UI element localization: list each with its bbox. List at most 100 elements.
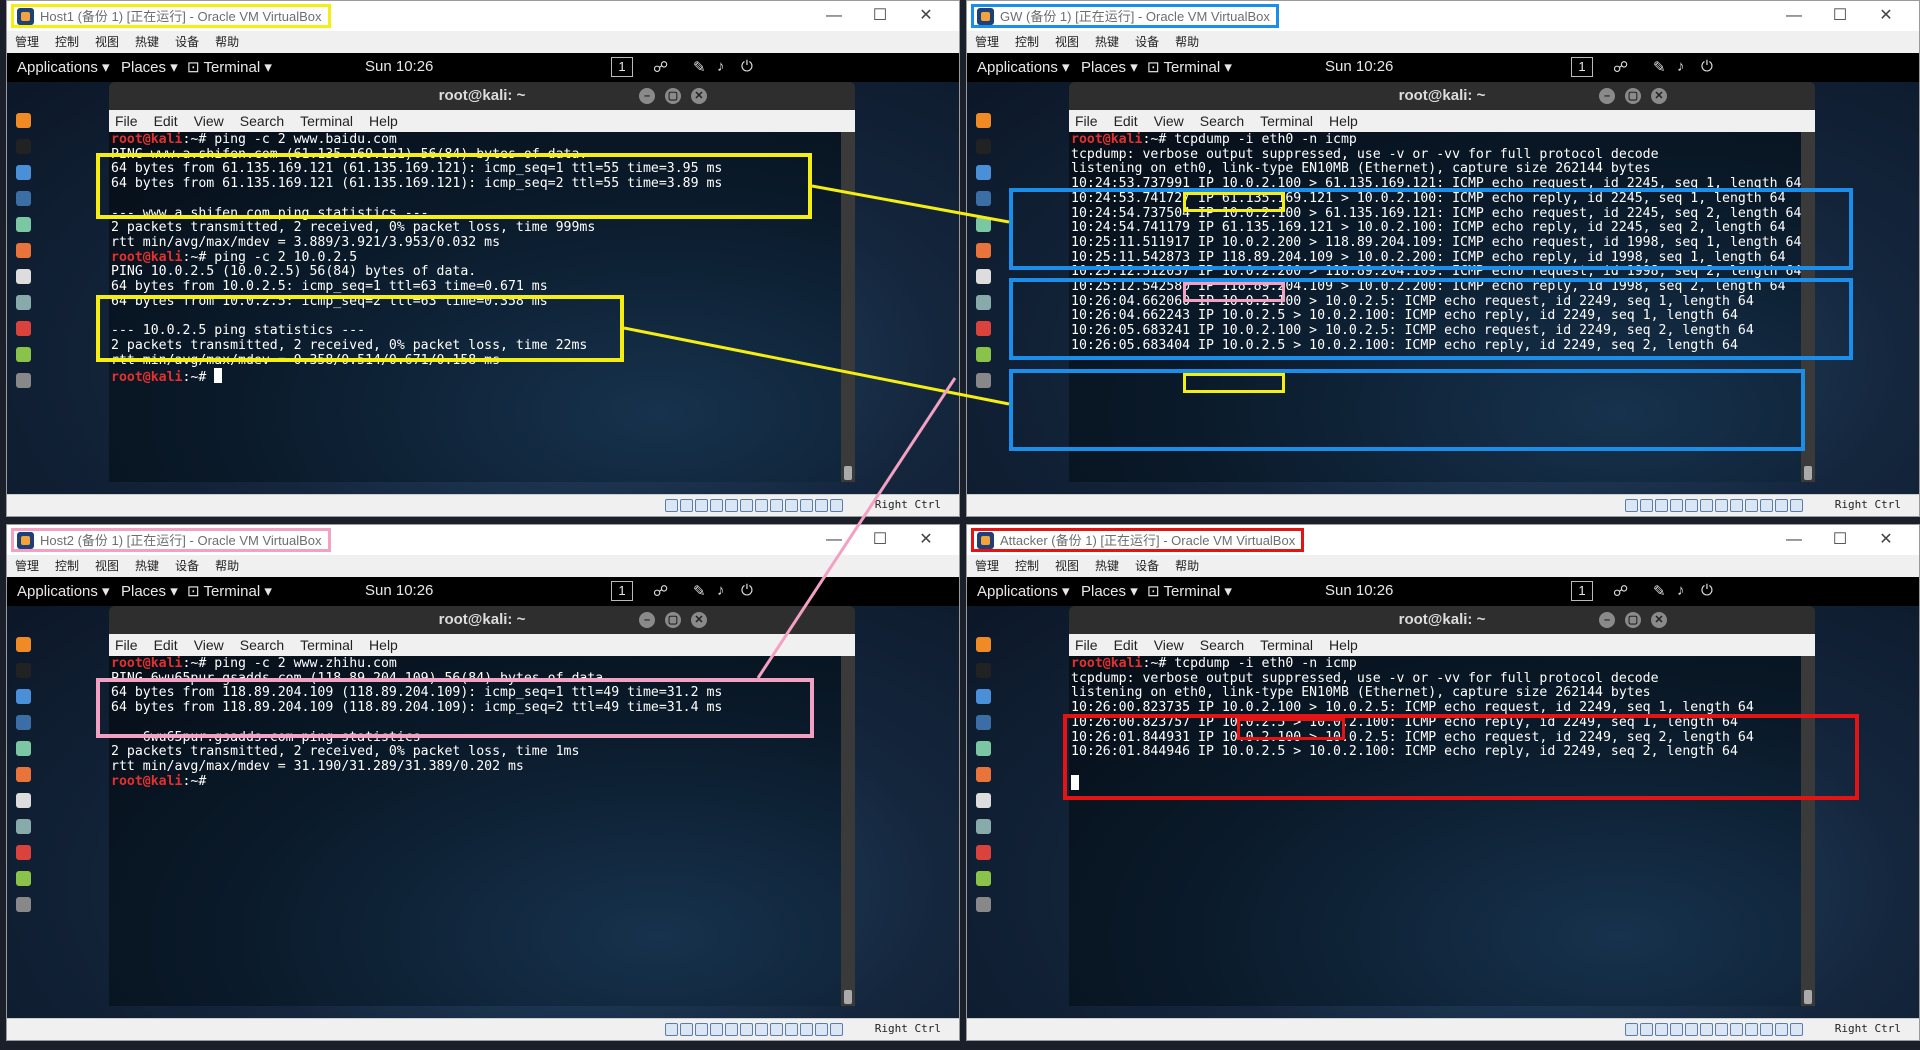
power-icon[interactable]: ⏻ [741, 582, 753, 599]
terminal-close-icon[interactable]: ✕ [1651, 612, 1667, 628]
vm-menu-item[interactable]: 视图 [95, 31, 119, 53]
vm-titlebar[interactable]: Host1 (备份 1) [正在运行] - Oracle VM VirtualB… [7, 1, 959, 31]
status-device-icon[interactable] [1625, 1023, 1638, 1036]
status-device-icon[interactable] [1760, 499, 1773, 512]
dock-app-icon[interactable] [16, 663, 31, 678]
dock-app-icon[interactable] [976, 269, 991, 284]
dock-app-icon[interactable] [976, 845, 991, 860]
dock-app-icon[interactable] [16, 139, 31, 154]
status-device-icon[interactable] [1670, 499, 1683, 512]
status-device-icon[interactable] [665, 1023, 678, 1036]
minimize-button[interactable]: — [811, 5, 857, 27]
vm-menu-item[interactable]: 帮助 [215, 555, 239, 577]
maximize-button[interactable]: ☐ [857, 5, 903, 27]
dock-app-icon[interactable] [16, 347, 31, 362]
places-menu[interactable]: Places ▾ [1081, 582, 1138, 600]
places-menu[interactable]: Places ▾ [1081, 58, 1138, 76]
status-device-icon[interactable] [1745, 499, 1758, 512]
status-device-icon[interactable] [695, 499, 708, 512]
terminal-output[interactable]: root@kali:~# tcpdump -i eth0 -n icmp tcpd… [1069, 656, 1801, 1006]
dock-app-icon[interactable] [976, 321, 991, 336]
close-button[interactable]: ✕ [1863, 5, 1909, 27]
dock-app-icon[interactable] [16, 217, 31, 232]
status-device-icon[interactable] [755, 1023, 768, 1036]
power-icon[interactable]: ⏻ [741, 58, 753, 75]
minimize-button[interactable]: — [1771, 5, 1817, 27]
terminal-window[interactable]: root@kali: ~ – ▢ ✕ File Edit View Search Termina… [1069, 82, 1815, 482]
vm-menu-item[interactable]: 帮助 [1175, 555, 1199, 577]
status-device-icon[interactable] [1640, 1023, 1653, 1036]
status-device-icon[interactable] [1715, 1023, 1728, 1036]
close-button[interactable]: ✕ [903, 5, 949, 27]
terminal-menu-help[interactable]: Help [1329, 110, 1358, 132]
dock-app-icon[interactable] [976, 139, 991, 154]
terminal-scrollbar[interactable] [1801, 656, 1815, 1006]
terminal-scrollbar[interactable] [1801, 132, 1815, 482]
vm-menu-item[interactable]: 视图 [95, 555, 119, 577]
terminal-minimize-icon[interactable]: – [1599, 88, 1615, 104]
terminal-minimize-icon[interactable]: – [1599, 612, 1615, 628]
vm-menu-item[interactable]: 帮助 [1175, 31, 1199, 53]
terminal-menu-view[interactable]: View [1154, 110, 1184, 132]
dock-app-icon[interactable] [976, 113, 991, 128]
vm-menu-item[interactable]: 控制 [55, 31, 79, 53]
status-device-icon[interactable] [1715, 499, 1728, 512]
vm-menu-item[interactable]: 管理 [975, 31, 999, 53]
vm-menu-item[interactable]: 设备 [1135, 555, 1159, 577]
terminal-menu-edit[interactable]: Edit [154, 634, 178, 656]
vm-window-gw[interactable]: GW (备份 1) [正在运行] - Oracle VM VirtualBox … [966, 0, 1920, 517]
vm-menu-item[interactable]: 管理 [975, 555, 999, 577]
volume-icon[interactable]: ♪ [1677, 58, 1685, 75]
workspace-indicator[interactable]: 1 [611, 581, 633, 601]
dock-app-icon[interactable] [976, 637, 991, 652]
terminal-menu-terminal[interactable]: Terminal [1260, 634, 1313, 656]
terminal-maximize-icon[interactable]: ▢ [665, 88, 681, 104]
status-device-icon[interactable] [1685, 1023, 1698, 1036]
status-device-icon[interactable] [1625, 499, 1638, 512]
status-device-icon[interactable] [1790, 499, 1803, 512]
status-device-icon[interactable] [800, 1023, 813, 1036]
dock-app-icon[interactable] [976, 767, 991, 782]
applications-menu[interactable]: Applications ▾ [17, 582, 110, 600]
close-button[interactable]: ✕ [903, 529, 949, 551]
dock-app-icon[interactable] [976, 715, 991, 730]
status-device-icon[interactable] [755, 499, 768, 512]
dock-app-icon[interactable] [16, 845, 31, 860]
dock-app-icon[interactable] [976, 819, 991, 834]
terminal-menu-file[interactable]: File [1075, 110, 1098, 132]
dock-app-icon[interactable] [976, 347, 991, 362]
terminal-window[interactable]: root@kali: ~ – ▢ ✕ File Edit View Search Termina… [1069, 606, 1815, 1006]
status-device-icon[interactable] [665, 499, 678, 512]
clock[interactable]: Sun 10:26 [365, 58, 433, 75]
terminal-scrollbar[interactable] [841, 656, 855, 1006]
status-device-icon[interactable] [725, 499, 738, 512]
status-device-icon[interactable] [740, 499, 753, 512]
dock-app-icon[interactable] [976, 243, 991, 258]
status-device-icon[interactable] [815, 1023, 828, 1036]
status-device-icon[interactable] [1655, 1023, 1668, 1036]
terminal-menu-terminal[interactable]: Terminal [300, 634, 353, 656]
vm-menu-item[interactable]: 热键 [1095, 555, 1119, 577]
dock-app-icon[interactable] [16, 295, 31, 310]
terminal-menu-search[interactable]: Search [1200, 634, 1244, 656]
vm-titlebar[interactable]: Host2 (备份 1) [正在运行] - Oracle VM VirtualB… [7, 525, 959, 555]
terminal-titlebar[interactable]: root@kali: ~ – ▢ ✕ [1069, 82, 1815, 110]
status-device-icon[interactable] [830, 1023, 843, 1036]
terminal-menu-edit[interactable]: Edit [154, 110, 178, 132]
status-device-icon[interactable] [710, 1023, 723, 1036]
dock-app-icon[interactable] [16, 793, 31, 808]
terminal-scrollbar[interactable] [841, 132, 855, 482]
pen-icon[interactable]: ✎ [1653, 582, 1666, 600]
terminal-app-menu[interactable]: ⊡ Terminal ▾ [1147, 582, 1232, 600]
vm-window-host2[interactable]: Host2 (备份 1) [正在运行] - Oracle VM VirtualB… [6, 524, 960, 1041]
terminal-menu-search[interactable]: Search [240, 110, 284, 132]
status-device-icon[interactable] [800, 499, 813, 512]
vm-menu-item[interactable]: 设备 [175, 31, 199, 53]
dock-app-icon[interactable] [976, 897, 991, 912]
terminal-menu-terminal[interactable]: Terminal [300, 110, 353, 132]
terminal-output[interactable]: root@kali:~# ping -c 2 www.baidu.com PING… [109, 132, 841, 482]
dock-app-icon[interactable] [16, 871, 31, 886]
terminal-menu-search[interactable]: Search [1200, 110, 1244, 132]
vm-menu-item[interactable]: 视图 [1055, 555, 1079, 577]
dock-app-icon[interactable] [16, 637, 31, 652]
